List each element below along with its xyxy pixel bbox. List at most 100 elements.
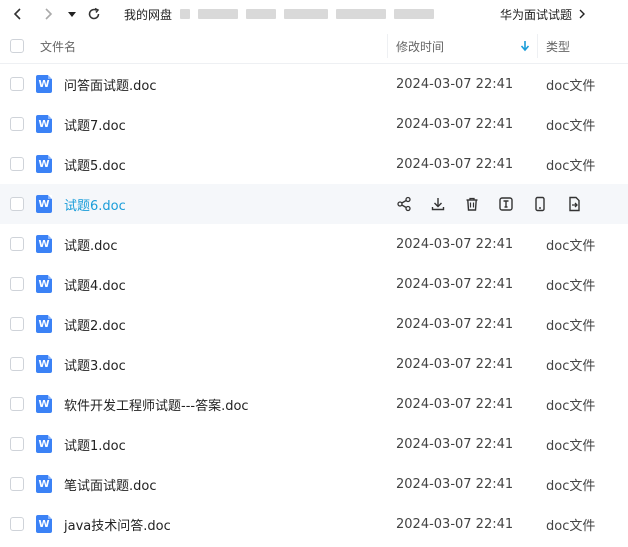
- arrow-down-icon[interactable]: [520, 28, 530, 64]
- table-row[interactable]: W 试题7.doc 2024-03-07 22:41 doc文件: [0, 104, 628, 144]
- select-all-checkbox[interactable]: [10, 39, 24, 53]
- word-doc-icon: W: [36, 355, 52, 373]
- refresh-icon[interactable]: [84, 4, 104, 24]
- word-doc-icon: W: [36, 75, 52, 93]
- chevron-right-icon: [579, 9, 586, 19]
- share-icon[interactable]: [396, 196, 412, 212]
- file-modified: 2024-03-07 22:41: [396, 316, 514, 332]
- file-type: doc文件: [546, 118, 596, 134]
- word-doc-icon: W: [36, 515, 52, 533]
- file-name[interactable]: 笔试面试题.doc: [64, 464, 157, 504]
- row-checkbox[interactable]: [10, 437, 24, 451]
- file-modified: 2024-03-07 22:41: [396, 436, 514, 452]
- table-row[interactable]: W 笔试面试题.doc 2024-03-07 22:41 doc文件: [0, 464, 628, 504]
- table-row[interactable]: W 试题.doc 2024-03-07 22:41 doc文件: [0, 224, 628, 264]
- file-modified: 2024-03-07 22:41: [396, 116, 514, 132]
- row-checkbox[interactable]: [10, 317, 24, 331]
- file-list: W 问答面试题.doc 2024-03-07 22:41 doc文件 W 试题7…: [0, 64, 628, 544]
- file-modified: 2024-03-07 22:41: [396, 356, 514, 372]
- file-type: doc文件: [546, 358, 596, 374]
- table-row[interactable]: W 试题2.doc 2024-03-07 22:41 doc文件: [0, 304, 628, 344]
- file-modified: 2024-03-07 22:41: [396, 516, 514, 532]
- breadcrumb-current-label: 华为面试试题: [500, 7, 573, 22]
- row-checkbox[interactable]: [10, 277, 24, 291]
- phone-icon[interactable]: [532, 196, 548, 212]
- file-modified: 2024-03-07 22:41: [396, 476, 514, 492]
- file-type: doc文件: [546, 518, 596, 534]
- redacted-segment: [336, 9, 387, 19]
- caret-down-icon[interactable]: [62, 4, 82, 24]
- table-row[interactable]: W 试题5.doc 2024-03-07 22:41 doc文件: [0, 144, 628, 184]
- file-name[interactable]: 软件开发工程师试题---答案.doc: [64, 384, 249, 424]
- file-modified: 2024-03-07 22:41: [396, 396, 514, 412]
- column-divider[interactable]: [387, 34, 388, 58]
- file-type: doc文件: [546, 278, 596, 294]
- chevron-right-icon[interactable]: [38, 4, 58, 24]
- row-checkbox[interactable]: [10, 237, 24, 251]
- word-doc-icon: W: [36, 275, 52, 293]
- file-name[interactable]: 问答面试题.doc: [64, 64, 157, 104]
- top-bar: 我的网盘 华为面试试题: [0, 0, 628, 28]
- column-divider[interactable]: [537, 34, 538, 58]
- file-type: doc文件: [546, 478, 596, 494]
- file-type: doc文件: [546, 318, 596, 334]
- row-checkbox[interactable]: [10, 117, 24, 131]
- row-checkbox[interactable]: [10, 357, 24, 371]
- word-doc-icon: W: [36, 315, 52, 333]
- table-row[interactable]: W 试题3.doc 2024-03-07 22:41 doc文件: [0, 344, 628, 384]
- row-checkbox[interactable]: [10, 77, 24, 91]
- chevron-left-icon[interactable]: [8, 4, 28, 24]
- redacted-segment: [180, 9, 191, 19]
- header-modified[interactable]: 修改时间: [396, 28, 444, 64]
- file-type: doc文件: [546, 438, 596, 454]
- file-name[interactable]: 试题.doc: [64, 224, 118, 264]
- breadcrumb-current[interactable]: 华为面试试题: [500, 6, 586, 23]
- table-row[interactable]: W java技术问答.doc 2024-03-07 22:41 doc文件: [0, 504, 628, 544]
- delete-icon[interactable]: [464, 196, 480, 212]
- table-row[interactable]: W 试题1.doc 2024-03-07 22:41 doc文件: [0, 424, 628, 464]
- copy-file-icon[interactable]: [566, 196, 582, 212]
- text-recognition-icon[interactable]: [498, 196, 514, 212]
- word-doc-icon: W: [36, 155, 52, 173]
- file-name[interactable]: 试题7.doc: [64, 104, 126, 144]
- file-modified: 2024-03-07 22:41: [396, 276, 514, 292]
- file-name[interactable]: java技术问答.doc: [64, 504, 171, 544]
- word-doc-icon: W: [36, 475, 52, 493]
- file-name[interactable]: 试题4.doc: [64, 264, 126, 304]
- word-doc-icon: W: [36, 195, 52, 213]
- file-name[interactable]: 试题3.doc: [64, 344, 126, 384]
- word-doc-icon: W: [36, 115, 52, 133]
- breadcrumb-root[interactable]: 我的网盘: [124, 6, 172, 23]
- download-icon[interactable]: [430, 196, 446, 212]
- redacted-segment: [284, 9, 329, 19]
- word-doc-icon: W: [36, 235, 52, 253]
- row-checkbox[interactable]: [10, 157, 24, 171]
- file-name[interactable]: 试题5.doc: [64, 144, 126, 184]
- file-modified: 2024-03-07 22:41: [396, 156, 514, 172]
- breadcrumb: 我的网盘 华为面试试题: [124, 0, 628, 28]
- redacted-segment: [246, 9, 277, 19]
- header-type[interactable]: 类型: [546, 28, 570, 64]
- file-name[interactable]: 试题1.doc: [64, 424, 126, 464]
- row-checkbox[interactable]: [10, 397, 24, 411]
- table-row[interactable]: W 试题4.doc 2024-03-07 22:41 doc文件: [0, 264, 628, 304]
- file-type: doc文件: [546, 398, 596, 414]
- redacted-segment: [198, 9, 239, 19]
- table-row[interactable]: W 软件开发工程师试题---答案.doc 2024-03-07 22:41 do…: [0, 384, 628, 424]
- file-type: doc文件: [546, 158, 596, 174]
- word-doc-icon: W: [36, 435, 52, 453]
- file-name[interactable]: 试题2.doc: [64, 304, 126, 344]
- file-name[interactable]: 试题6.doc: [64, 184, 126, 224]
- file-modified: 2024-03-07 22:41: [396, 236, 514, 252]
- table-row-hovered[interactable]: W 试题6.doc: [0, 184, 628, 224]
- row-checkbox[interactable]: [10, 517, 24, 531]
- file-modified: 2024-03-07 22:41: [396, 76, 514, 92]
- redacted-segment: [394, 9, 435, 19]
- table-row[interactable]: W 问答面试题.doc 2024-03-07 22:41 doc文件: [0, 64, 628, 104]
- header-name[interactable]: 文件名: [40, 28, 76, 64]
- row-checkbox[interactable]: [10, 197, 24, 211]
- row-checkbox[interactable]: [10, 477, 24, 491]
- file-type: doc文件: [546, 238, 596, 254]
- word-doc-icon: W: [36, 395, 52, 413]
- row-actions: [396, 184, 600, 224]
